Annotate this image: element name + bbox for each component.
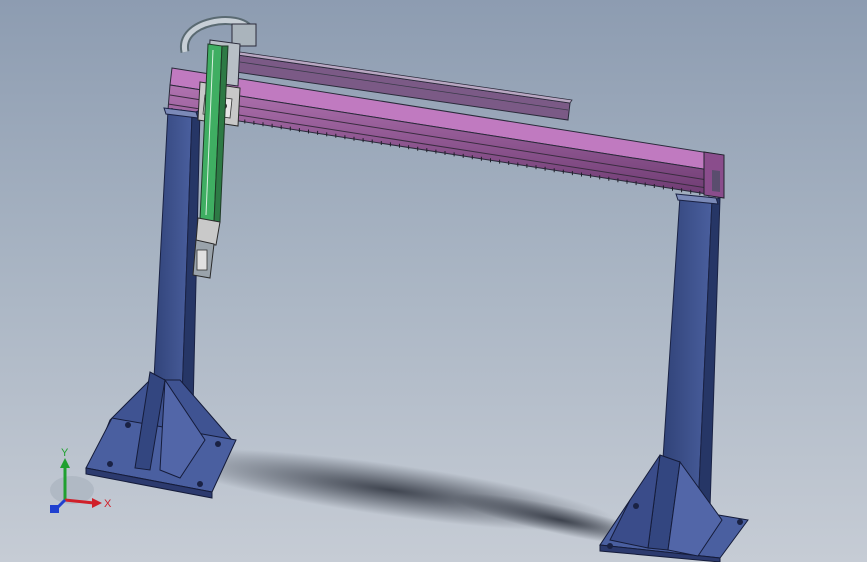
y-axis-arrowhead [60, 458, 70, 468]
z-axis-arrowhead [50, 505, 59, 513]
model-view[interactable]: X Y [0, 0, 867, 562]
right-column[interactable] [599, 193, 749, 562]
x-axis-label: X [104, 498, 112, 510]
x-axis-arrowhead [92, 498, 102, 508]
y-axis-label: Y [61, 447, 69, 459]
graphics-viewport[interactable]: X Y [0, 0, 867, 562]
